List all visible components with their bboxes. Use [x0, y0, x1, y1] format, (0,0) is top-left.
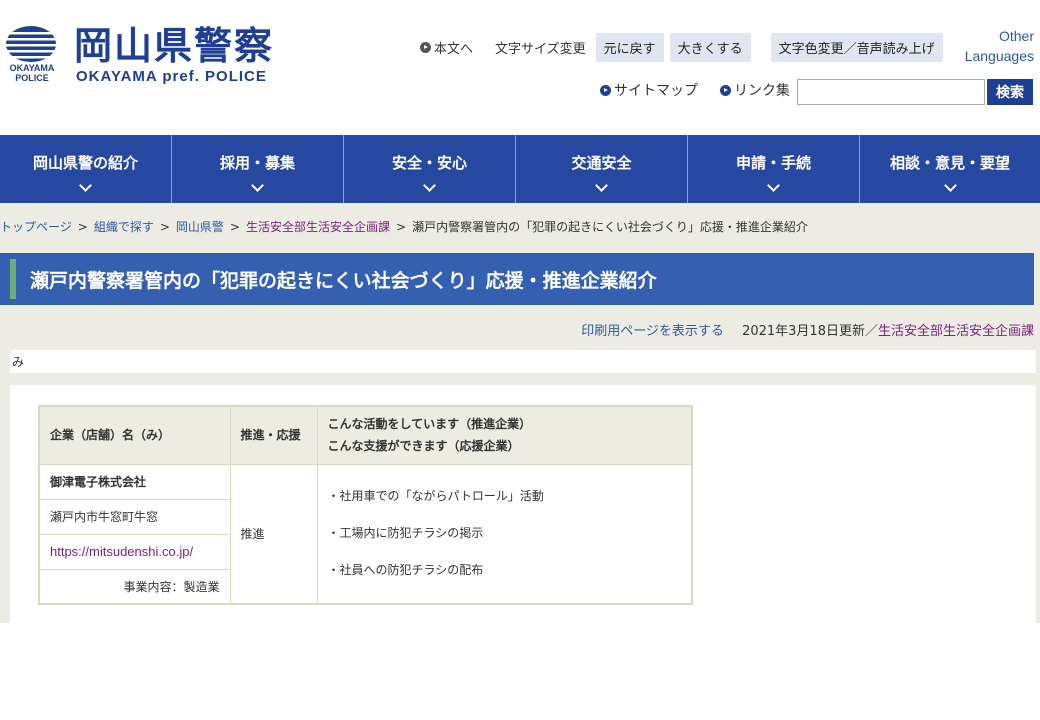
links-page-link[interactable]: リンク集 [720, 80, 790, 100]
sitemap-label: サイトマップ [614, 83, 698, 99]
nav-item-label: 安全・安心 [391, 154, 467, 172]
company-activities: ・社用車での「ながらパトロール」活動 ・工場内に防犯チラシの掲示 ・社員への防犯… [316, 463, 693, 605]
table-row: 御津電子株式会社 推進 ・社用車での「ながらパトロール」活動 ・工場内に防犯チラ… [38, 463, 693, 605]
updated-date: 2021年3月18日更新／ [742, 324, 878, 339]
chevron-down-icon [423, 179, 436, 192]
site-header: OKAYAMA POLICE 岡山県警察 OKAYAMA pref. POLIC… [0, 0, 1040, 135]
header-type: 推進・応援 [229, 405, 318, 465]
breadcrumb: トップページ > 組織で探す > 岡山県警 > 生活安全部生活安全企画課 > 瀬戸内警察署管内の… [0, 218, 808, 235]
other-lang-line-2: Languages [964, 48, 1034, 64]
breadcrumb-item-top[interactable]: トップページ [0, 220, 72, 234]
page-title-bar: 瀬戸内警察署管内の「犯罪の起きにくい社会づくり」応援・推進企業紹介 [0, 253, 1034, 305]
index-heading: み [10, 350, 1036, 373]
department-link[interactable]: 生活安全部生活安全企画課 [878, 324, 1034, 339]
nav-item-about[interactable]: 岡山県警の紹介 [0, 135, 172, 203]
breadcrumb-separator: > [229, 220, 240, 234]
site-title[interactable]: 岡山県警察 [74, 24, 274, 68]
chevron-down-icon [943, 179, 957, 192]
site-logo[interactable]: OKAYAMA POLICE [4, 24, 60, 84]
nav-item-procedures[interactable]: 申請・手続 [688, 135, 860, 203]
chevron-down-icon [767, 179, 780, 192]
chevron-down-icon [79, 179, 92, 192]
chevron-down-icon [251, 179, 264, 192]
font-larger-button[interactable]: 大きくする [669, 33, 751, 62]
chevron-down-icon [595, 179, 608, 192]
company-address: 瀬戸内市牛窓町牛窓 [38, 498, 231, 535]
table-header-row: 企業（店舗）名（み） 推進・応援 こんな活動をしています（推進企業） こんな支援… [38, 405, 693, 465]
title-accent [10, 259, 16, 299]
other-languages-link[interactable]: Other Languages [965, 26, 1034, 66]
company-table: 企業（店舗）名（み） 推進・応援 こんな活動をしています（推進企業） こんな支援… [38, 405, 693, 605]
nav-item-traffic[interactable]: 交通安全 [516, 135, 688, 203]
breadcrumb-item-dept[interactable]: 生活安全部生活安全企画課 [246, 220, 390, 234]
header-activity-1: こんな活動をしています（推進企業） [327, 417, 532, 432]
nav-item-label: 岡山県警の紹介 [32, 154, 138, 172]
nav-item-safety[interactable]: 安全・安心 [344, 135, 516, 203]
index-char: み [12, 355, 25, 369]
breadcrumb-item-org[interactable]: 組織で探す [94, 220, 154, 234]
company-business: 事業内容：製造業 [38, 568, 231, 605]
company-url-link[interactable]: https://mitsudenshi.co.jp/ [38, 533, 231, 570]
nav-item-label: 採用・募集 [219, 154, 295, 172]
skip-to-content-link[interactable]: 本文へ [420, 38, 473, 57]
page-title: 瀬戸内警察署管内の「犯罪の起きにくい社会づくり」応援・推進企業紹介 [30, 269, 657, 292]
police-emblem-icon: OKAYAMA POLICE [4, 24, 60, 84]
search-input[interactable] [797, 79, 985, 105]
activity-item: ・工場内に防犯チラシの掲示 [327, 526, 484, 541]
nav-item-label: 申請・手続 [735, 154, 811, 172]
breadcrumb-separator: > [77, 220, 88, 234]
skip-link-label: 本文へ [434, 42, 474, 57]
header-activity: こんな活動をしています（推進企業） こんな支援ができます（応援企業） [316, 405, 693, 465]
header-activity-2: こんな支援ができます（応援企業） [327, 439, 520, 454]
color-voice-button[interactable]: 文字色変更／音声読み上げ [770, 33, 943, 62]
other-lang-line-1: Other [998, 28, 1034, 44]
font-reset-button[interactable]: 元に戻す [595, 33, 664, 62]
company-name: 御津電子株式会社 [38, 463, 231, 500]
breadcrumb-separator: > [159, 220, 170, 234]
breadcrumb-item-police[interactable]: 岡山県警 [176, 220, 224, 234]
breadcrumb-separator: > [396, 220, 407, 234]
utility-bar: 本文へ 文字サイズ変更 元に戻す 大きくする 文字色変更／音声読み上げ [420, 33, 949, 62]
circle-arrow-icon [600, 84, 611, 96]
print-page-link[interactable]: 印刷用ページを表示する [581, 324, 724, 339]
page-meta: 印刷用ページを表示する 2021年3月18日更新／生活安全部生活安全企画課 [581, 320, 1034, 339]
nav-item-label: 交通安全 [571, 154, 632, 172]
circle-arrow-icon [420, 42, 431, 53]
logo-mark-text: OKAYAMA POLICE [9, 63, 55, 83]
sitemap-link[interactable]: サイトマップ [600, 80, 698, 100]
header-company: 企業（店舗）名（み） [38, 405, 231, 465]
breadcrumb-item-current: 瀬戸内警察署管内の「犯罪の起きにくい社会づくり」応援・推進企業紹介 [412, 220, 808, 234]
circle-arrow-icon [720, 84, 731, 96]
nav-item-recruit[interactable]: 採用・募集 [172, 135, 344, 203]
company-type: 推進 [229, 463, 318, 605]
activity-item: ・社員への防犯チラシの配布 [327, 563, 484, 578]
utility-bar-2: サイトマップ リンク集 [600, 80, 812, 100]
global-nav: 岡山県警の紹介 採用・募集 安全・安心 交通安全 申請・手続 相談・意見・要望 [0, 135, 1040, 203]
nav-item-consult[interactable]: 相談・意見・要望 [860, 135, 1040, 203]
links-label: リンク集 [734, 83, 790, 99]
nav-item-label: 相談・意見・要望 [889, 154, 1010, 172]
site-subtitle: OKAYAMA pref. POLICE [76, 68, 267, 85]
search-button[interactable]: 検索 [987, 79, 1033, 105]
activity-item: ・社用車での「ながらパトロール」活動 [327, 489, 544, 504]
font-size-label: 文字サイズ変更 [495, 42, 586, 57]
